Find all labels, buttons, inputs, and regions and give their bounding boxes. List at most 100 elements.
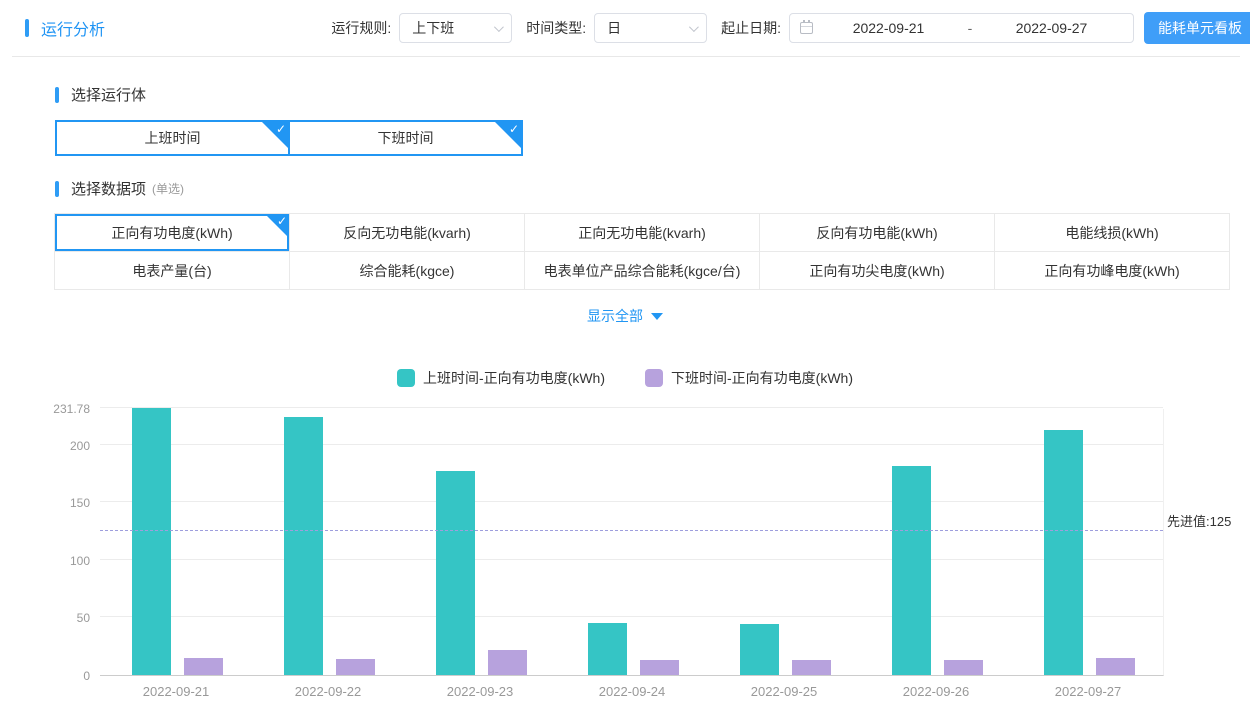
x-axis-tick-label: 2022-09-26 xyxy=(903,684,970,699)
check-icon: ✓ xyxy=(509,122,519,136)
y-axis-tick-label: 100 xyxy=(70,554,90,568)
x-axis-tick-label: 2022-09-22 xyxy=(295,684,362,699)
data-item-cell-1[interactable]: 正向有功电度(kWh) ✓ xyxy=(54,213,290,252)
legend-label: 上班时间-正向有功电度(kWh) xyxy=(423,368,605,388)
run-body-section-title: 选择运行体 xyxy=(55,84,146,105)
bar xyxy=(944,660,983,675)
section-accent-bar xyxy=(55,181,59,197)
data-item-cell-7[interactable]: 综合能耗(kgce) xyxy=(289,251,525,290)
legend-swatch xyxy=(397,369,415,387)
time-type-label: 时间类型: xyxy=(526,18,586,38)
data-item-label: 综合能耗(kgce) xyxy=(360,261,455,281)
bar xyxy=(1044,430,1083,675)
check-icon: ✓ xyxy=(277,214,287,228)
bar xyxy=(132,408,171,675)
data-item-label: 正向无功电能(kvarh) xyxy=(578,223,706,243)
bar xyxy=(792,660,831,675)
gridline xyxy=(100,407,1163,408)
page-title-block: 运行分析 xyxy=(25,16,105,40)
marker-line xyxy=(100,530,1163,531)
date-end-value[interactable]: 2022-09-27 xyxy=(980,20,1123,36)
data-item-cell-5[interactable]: 电能线损(kWh) xyxy=(994,213,1230,252)
data-item-label: 反向有功电能(kWh) xyxy=(816,223,937,243)
data-item-label: 正向有功尖电度(kWh) xyxy=(809,261,944,281)
date-separator: - xyxy=(960,20,980,36)
date-range-picker[interactable]: 2022-09-21 - 2022-09-27 xyxy=(789,13,1134,43)
data-item-label: 正向有功电度(kWh) xyxy=(111,223,232,243)
data-item-cell-8[interactable]: 电表单位产品综合能耗(kgce/台) xyxy=(524,251,760,290)
bar xyxy=(1096,658,1135,675)
y-axis-tick-label: 231.78 xyxy=(53,402,90,416)
time-type-select-value: 日 xyxy=(607,18,689,38)
y-axis-tick-label: 150 xyxy=(70,496,90,510)
data-item-cell-9[interactable]: 正向有功尖电度(kWh) xyxy=(759,251,995,290)
chart-plot-area: 050100150200231.78先进值:1252022-09-212022-… xyxy=(100,409,1164,676)
data-item-section-title: 选择数据项 (单选) xyxy=(55,178,184,199)
page-title: 运行分析 xyxy=(41,16,105,40)
operating-body-tab-2[interactable]: 下班时间 ✓ xyxy=(288,120,523,156)
bar xyxy=(488,650,527,675)
date-range-label: 起止日期: xyxy=(721,18,781,38)
bar xyxy=(436,471,475,675)
data-item-cell-6[interactable]: 电表产量(台) xyxy=(54,251,290,290)
legend-label: 下班时间-正向有功电度(kWh) xyxy=(671,368,853,388)
x-axis-tick-label: 2022-09-27 xyxy=(1055,684,1122,699)
title-accent-bar xyxy=(25,19,29,37)
show-all-label: 显示全部 xyxy=(587,306,643,326)
chevron-down-icon xyxy=(689,22,699,32)
section-accent-bar xyxy=(55,87,59,103)
bar xyxy=(740,624,779,675)
legend-swatch xyxy=(645,369,663,387)
date-start-value[interactable]: 2022-09-21 xyxy=(817,20,960,36)
filter-controls: 运行规则: 上下班 时间类型: 日 起止日期: 2022-09-21 - 202… xyxy=(317,12,1250,44)
bar xyxy=(284,417,323,675)
marker-line-label: 先进值:125 xyxy=(1167,511,1231,530)
chart-legend: 上班时间-正向有功电度(kWh) 下班时间-正向有功电度(kWh) xyxy=(0,368,1250,388)
x-axis-tick-label: 2022-09-25 xyxy=(751,684,818,699)
gridline xyxy=(100,501,1163,502)
calendar-icon xyxy=(800,22,813,34)
data-item-grid: 正向有功电度(kWh) ✓ 反向无功电能(kvarh) 正向无功电能(kvarh) 反向… xyxy=(55,214,1230,290)
data-item-label: 电能线损(kWh) xyxy=(1065,223,1158,243)
operating-body-tab-1[interactable]: 上班时间 ✓ xyxy=(55,120,290,156)
rule-select-value: 上下班 xyxy=(412,18,494,38)
chevron-down-icon xyxy=(494,22,504,32)
run-body-section-title-text: 选择运行体 xyxy=(71,84,146,105)
data-item-section-title-text: 选择数据项 xyxy=(71,178,146,199)
top-bar: 运行分析 运行规则: 上下班 时间类型: 日 起止日期: 2022-09-21 … xyxy=(0,0,1250,56)
rule-label: 运行规则: xyxy=(331,18,391,38)
bar xyxy=(588,623,627,675)
legend-item[interactable]: 上班时间-正向有功电度(kWh) xyxy=(397,368,605,388)
time-type-select[interactable]: 日 xyxy=(594,13,707,43)
gridline xyxy=(100,616,1163,617)
bar xyxy=(184,658,223,675)
bar xyxy=(640,660,679,675)
data-item-section-note: (单选) xyxy=(152,180,184,197)
data-item-label: 电表产量(台) xyxy=(132,261,211,281)
gridline xyxy=(100,559,1163,560)
run-body-tabs: 上班时间 ✓ 下班时间 ✓ xyxy=(55,120,523,156)
divider xyxy=(12,56,1240,57)
data-item-label: 反向无功电能(kvarh) xyxy=(343,223,471,243)
data-item-label: 电表单位产品综合能耗(kgce/台) xyxy=(544,261,741,281)
data-item-cell-3[interactable]: 正向无功电能(kvarh) xyxy=(524,213,760,252)
energy-unit-board-button[interactable]: 能耗单元看板 xyxy=(1144,12,1250,44)
operating-body-tab-label: 下班时间 xyxy=(378,128,434,148)
show-all-button[interactable]: 显示全部 xyxy=(0,306,1250,326)
bar xyxy=(892,466,931,675)
x-axis-tick-label: 2022-09-24 xyxy=(599,684,666,699)
data-item-cell-4[interactable]: 反向有功电能(kWh) xyxy=(759,213,995,252)
legend-item[interactable]: 下班时间-正向有功电度(kWh) xyxy=(645,368,853,388)
y-axis-tick-label: 0 xyxy=(83,669,90,683)
chevron-down-icon xyxy=(651,313,663,320)
data-item-label: 正向有功峰电度(kWh) xyxy=(1044,261,1179,281)
data-item-cell-2[interactable]: 反向无功电能(kvarh) xyxy=(289,213,525,252)
bar xyxy=(336,659,375,675)
check-icon: ✓ xyxy=(276,122,286,136)
data-item-cell-10[interactable]: 正向有功峰电度(kWh) xyxy=(994,251,1230,290)
bar-chart: 上班时间-正向有功电度(kWh) 下班时间-正向有功电度(kWh) 0501001… xyxy=(0,352,1250,702)
operating-body-tab-label: 上班时间 xyxy=(145,128,201,148)
y-axis-tick-label: 200 xyxy=(70,439,90,453)
gridline xyxy=(100,444,1163,445)
rule-select[interactable]: 上下班 xyxy=(399,13,512,43)
